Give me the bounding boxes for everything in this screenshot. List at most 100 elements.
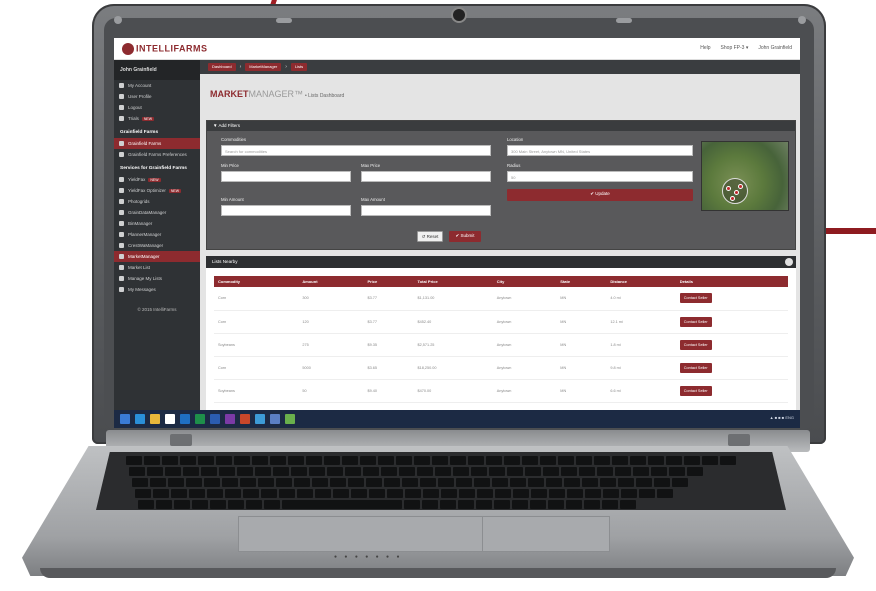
keyboard-key (204, 478, 220, 487)
table-header-row: Commodity Amount Price Total Price City State… (214, 276, 788, 287)
sidebar-item[interactable]: MarketManager (114, 251, 200, 262)
keyboard-row (138, 500, 636, 509)
word-icon[interactable] (210, 414, 220, 424)
sidebar-user-name[interactable]: John Grainfield (114, 60, 200, 80)
lists-table: Commodity Amount Price Total Price City State… (214, 276, 788, 403)
table-cell: 120 (298, 310, 364, 334)
internet-explorer-icon[interactable] (135, 414, 145, 424)
contact-seller-button[interactable]: Contact Seller (679, 316, 712, 327)
onenote-icon[interactable] (225, 414, 235, 424)
sidebar-item-icon (119, 265, 124, 270)
help-link[interactable]: Help (700, 45, 710, 51)
keyboard-key (504, 456, 520, 465)
lync-icon[interactable] (255, 414, 265, 424)
keyboard-key (327, 467, 343, 476)
contact-seller-button[interactable]: Contact Seller (679, 339, 712, 350)
photos-icon[interactable] (270, 414, 280, 424)
contact-seller-button[interactable]: Contact Seller (679, 385, 712, 396)
sidebar-item[interactable]: Grainfield Farms Preferences (114, 149, 200, 160)
keyboard-key (576, 456, 592, 465)
filter-panel-header[interactable]: ▼ Add Filters (207, 121, 795, 131)
keyboard-key (384, 478, 400, 487)
location-map[interactable] (701, 141, 789, 211)
excel-icon[interactable] (195, 414, 205, 424)
keyboard-key (548, 500, 564, 509)
keyboard-key (378, 456, 394, 465)
location-input[interactable]: 300 Main Street, Anytown MN, United Stat… (507, 145, 693, 156)
contact-seller-button[interactable]: Contact Seller (679, 362, 712, 373)
breadcrumb-marketmanager[interactable]: MarketManager (245, 63, 282, 71)
sidebar-item-label: CrestWaManager (128, 243, 164, 248)
table-cell: $470.00 (413, 379, 493, 403)
map-pin-icon[interactable] (726, 186, 731, 191)
keyboard-key (404, 500, 420, 509)
store-icon[interactable] (165, 414, 175, 424)
outlook-icon[interactable] (180, 414, 190, 424)
keyboard-key (222, 478, 238, 487)
sidebar-item[interactable]: My Account (114, 80, 200, 91)
sidebar-item[interactable]: User Profile (114, 91, 200, 102)
keyboard-key (495, 489, 511, 498)
submit-button[interactable]: ✔ Submit (449, 231, 481, 242)
lid-dot (798, 16, 806, 24)
table-cell: Soybeans (214, 333, 299, 357)
commodities-input[interactable]: Search for commodities (221, 145, 491, 156)
keyboard-key (423, 489, 439, 498)
sidebar-item[interactable]: Market List (114, 262, 200, 273)
keyboard-key (237, 467, 253, 476)
keyboard-key (261, 489, 277, 498)
sidebar-item[interactable]: BinManager (114, 218, 200, 229)
windows-start-icon[interactable] (120, 414, 130, 424)
powerpoint-icon[interactable] (240, 414, 250, 424)
breadcrumb-dashboard[interactable]: Dashboard (208, 63, 236, 71)
map-pin-icon[interactable] (734, 190, 739, 195)
sidebar-item-label: Grainfield Farms (128, 141, 162, 146)
lid-slot (276, 18, 292, 23)
sidebar-item[interactable]: CrestWaManager (114, 240, 200, 251)
max-amount-input[interactable] (361, 205, 491, 216)
max-price-input[interactable] (361, 171, 491, 182)
contact-seller-button[interactable]: Contact Seller (679, 293, 712, 304)
collapse-icon[interactable] (785, 258, 793, 266)
sidebar-item[interactable]: Logout (114, 102, 200, 113)
sidebar-item[interactable]: PlannerManager (114, 229, 200, 240)
location-label: Location (507, 137, 524, 142)
sidebar-item[interactable]: YieldFax Optimizer NEW (114, 185, 200, 196)
sidebar-item[interactable]: GrainDataManager (114, 207, 200, 218)
sidebar-item[interactable]: Photogrids (114, 196, 200, 207)
breadcrumb-lists[interactable]: Lists (290, 63, 308, 71)
status-leds: ● ● ● ● ● ● ● (334, 554, 403, 560)
sidebar-item[interactable]: Trials NEW (114, 113, 200, 124)
sidebar-item[interactable]: YieldFax NEW (114, 174, 200, 185)
min-amount-input[interactable] (221, 205, 351, 216)
reset-button[interactable]: ↺ Reset (417, 231, 443, 242)
sidebar-item[interactable]: My Messages (114, 284, 200, 295)
app-icon[interactable] (285, 414, 295, 424)
sidebar-item[interactable]: Grainfield Farms (114, 138, 200, 149)
red-cable-decoration-right (818, 228, 876, 234)
table-row: Soybeans 50 $9.40 $470.00 Anytown MN 6.6 mi Con… (214, 379, 788, 403)
intellifarms-logo[interactable]: INTELLIFARMS (122, 43, 208, 55)
file-explorer-icon[interactable] (150, 414, 160, 424)
table-cell: $452.40 (413, 310, 493, 334)
map-pin-icon[interactable] (730, 196, 735, 201)
min-price-input[interactable] (221, 171, 351, 182)
sidebar-item[interactable]: Manage My Lists (114, 273, 200, 284)
user-menu-link[interactable]: John Grainfield (758, 45, 792, 51)
system-tray[interactable]: ▲ ■ ■ ■ ENG (770, 415, 794, 420)
keyboard-key (528, 478, 544, 487)
keyboard-key (438, 478, 454, 487)
keyboard-key (602, 500, 618, 509)
column-header: Price (363, 276, 414, 287)
radius-input[interactable]: 50 (507, 171, 693, 182)
shop-link[interactable]: Shop FP-3 ▾ (721, 45, 749, 51)
keyboard-key (582, 478, 598, 487)
update-button[interactable]: ✔ Update (507, 189, 693, 201)
table-row: Corn 5000 $3.65 $18,250.00 Anytown MN 9.8 mi Co… (214, 356, 788, 380)
page-title: • Lists Dashboard (305, 93, 345, 99)
keyboard-key (135, 489, 151, 498)
keyboard-key (630, 456, 646, 465)
keyboard-key (530, 500, 546, 509)
page-header: MARKETMANAGER™ • Lists Dashboard (200, 74, 800, 112)
map-pin-icon[interactable] (738, 184, 743, 189)
